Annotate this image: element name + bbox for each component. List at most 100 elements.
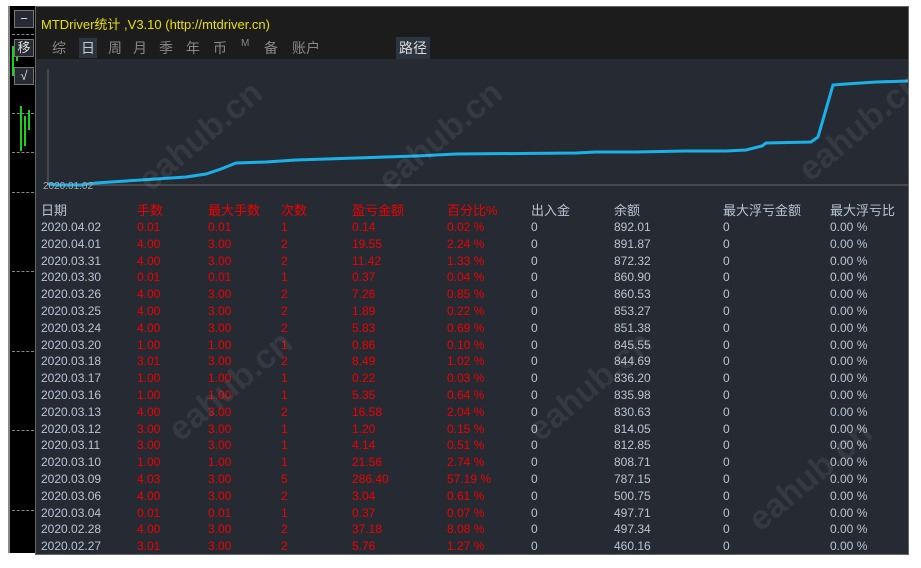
table-row[interactable]: 2020.03.13 4.00 3.00 2 16.58 2.04 % 0 830.63 0 0.… <box>41 404 900 421</box>
table-cell: 0.00 % <box>830 387 868 402</box>
table-cell: 812.85 <box>614 438 651 453</box>
table-cell: 500.75 <box>614 488 651 503</box>
table-cell: 0 <box>723 337 730 352</box>
table-cell: 0.00 % <box>830 371 868 386</box>
table-cell: 835.98 <box>614 387 651 402</box>
tab-item[interactable]: 季 <box>157 38 175 58</box>
column-header[interactable]: 最大浮亏金额 <box>723 200 830 219</box>
table-row[interactable]: 2020.03.18 3.01 3.00 2 8.49 1.02 % 0 844.69 0 0.0… <box>41 353 900 370</box>
table-cell: 37.18 <box>352 522 383 537</box>
table-cell: 0 <box>531 371 538 386</box>
table-cell: 0 <box>723 404 730 419</box>
tab-item[interactable]: M <box>239 38 251 49</box>
table-cell: 3.04 <box>352 488 376 503</box>
tab-item[interactable]: 账户 <box>290 38 322 58</box>
table-cell: 0.00 % <box>830 303 868 318</box>
move-button[interactable]: 移 <box>14 39 34 57</box>
table-row[interactable]: 2020.03.31 4.00 3.00 2 11.42 1.33 % 0 872.32 0 0.… <box>41 253 900 270</box>
stats-panel: MTDriver统计 ,V3.10 (http://mtdriver.cn) 综… <box>35 6 921 555</box>
table-row[interactable]: 2020.03.25 4.00 3.00 2 1.89 0.22 % 0 853.27 0 0.0… <box>41 303 900 320</box>
table-cell: 0 <box>723 236 730 251</box>
table-cell: 0 <box>723 455 730 470</box>
column-header[interactable]: 最大手数 <box>208 200 281 219</box>
tab-item[interactable]: 日 <box>79 38 97 58</box>
table-cell: 2020.04.02 <box>41 220 102 234</box>
table-cell: 2020.03.13 <box>41 404 102 419</box>
table-cell: 0.22 % <box>447 303 485 318</box>
title-bar: MTDriver统计 ,V3.10 (http://mtdriver.cn) 综… <box>36 7 908 59</box>
table-cell: 0.02 % <box>447 220 485 234</box>
tab-item[interactable]: 年 <box>184 38 202 58</box>
table-row[interactable]: 2020.03.17 1.00 1.00 1 0.22 0.03 % 0 836.20 0 0.0… <box>41 370 900 387</box>
table-row[interactable]: 2020.02.28 4.00 3.00 2 37.18 8.08 % 0 497.34 0 0.… <box>41 521 900 538</box>
table-row[interactable]: 2020.03.26 4.00 3.00 2 7.26 0.85 % 0 860.53 0 0.0… <box>41 286 900 303</box>
table-cell: 2020.02.28 <box>41 522 102 537</box>
table-cell: 0 <box>531 455 538 470</box>
table-cell: 2020.03.25 <box>41 303 102 318</box>
table-row[interactable]: 2020.04.02 0.01 0.01 1 0.14 0.02 % 0 892.01 0 0.0… <box>41 219 900 236</box>
table-row[interactable]: 2020.03.11 3.00 3.00 1 4.14 0.51 % 0 812.85 0 0.0… <box>41 437 900 454</box>
table-cell: 3.00 <box>208 236 232 251</box>
table-cell: 3.00 <box>208 522 232 537</box>
table-cell: 0 <box>531 270 538 285</box>
table-cell: 1.27 % <box>447 539 485 554</box>
table-cell: 2020.03.12 <box>41 421 102 436</box>
column-header[interactable]: 盈亏金额 <box>352 200 447 219</box>
table-cell: 0 <box>723 438 730 453</box>
table-row[interactable]: 2020.03.30 0.01 0.01 1 0.37 0.04 % 0 860.90 0 0.0… <box>41 269 900 286</box>
table-row[interactable]: 2020.03.06 4.00 3.00 2 3.04 0.61 % 0 500.75 0 0.0… <box>41 488 900 505</box>
table-cell: 0.37 <box>352 505 376 520</box>
table-cell: 0.00 % <box>830 287 868 302</box>
tab-item[interactable]: 币 <box>211 38 229 58</box>
table-cell: 1 <box>281 438 288 453</box>
table-cell: 2 <box>281 404 288 419</box>
table-cell: 0.00 % <box>830 488 868 503</box>
table-cell: 0.01 <box>208 220 232 234</box>
tab-item[interactable]: 月 <box>131 38 149 58</box>
table-cell: 0.07 % <box>447 505 485 520</box>
path-button[interactable]: 路径 <box>396 37 430 59</box>
table-row[interactable]: 2020.03.12 3.00 3.00 1 1.20 0.15 % 0 814.05 0 0.0… <box>41 421 900 438</box>
tab-item[interactable]: 备 <box>262 38 280 58</box>
table-row[interactable]: 2020.03.20 1.00 1.00 1 0.86 0.10 % 0 845.55 0 0.0… <box>41 337 900 354</box>
table-row[interactable]: 2020.03.09 4.03 3.00 5 286.40 57.19 % 0 787.15 0… <box>41 471 900 488</box>
table-cell: 2020.03.26 <box>41 287 102 302</box>
minimize-button[interactable]: − <box>14 10 34 28</box>
table-cell: 2020.03.24 <box>41 320 102 335</box>
column-header[interactable]: 百分比% <box>447 200 531 219</box>
column-header[interactable]: 日期 <box>41 200 137 219</box>
column-header[interactable]: 出入金 <box>531 200 614 219</box>
table-cell: 1.02 % <box>447 354 485 369</box>
table-cell: 3.00 <box>208 488 232 503</box>
check-button[interactable]: √ <box>14 67 34 85</box>
table-row[interactable]: 2020.03.16 1.00 1.00 1 5.35 0.64 % 0 835.98 0 0.0… <box>41 387 900 404</box>
table-cell: 1 <box>281 337 288 352</box>
table-row[interactable]: 2020.04.01 4.00 3.00 2 19.55 2.24 % 0 891.87 0 0.… <box>41 236 900 253</box>
column-header[interactable]: 次数 <box>281 200 352 219</box>
table-cell: 0.85 % <box>447 287 485 302</box>
grid-line <box>12 152 34 153</box>
table-row[interactable]: 2020.03.04 0.01 0.01 1 0.37 0.07 % 0 497.71 0 0.0… <box>41 505 900 522</box>
table-cell: 3.00 <box>208 354 232 369</box>
table-cell: 0 <box>531 505 538 520</box>
column-header[interactable]: 手数 <box>137 200 208 219</box>
tab-item[interactable]: 综 <box>50 38 68 58</box>
table-cell: 0 <box>531 387 538 402</box>
table-cell: 3.00 <box>208 404 232 419</box>
table-cell: 2020.03.18 <box>41 354 102 369</box>
table-cell: 3.00 <box>208 438 232 453</box>
table-row[interactable]: 2020.03.10 1.00 1.00 1 21.56 2.74 % 0 808.71 0 0.… <box>41 454 900 471</box>
candle <box>24 116 26 146</box>
mt4-chart-strip: − 移 √ <box>8 6 37 553</box>
column-header[interactable]: 余额 <box>614 200 723 219</box>
equity-line <box>47 79 908 187</box>
table-cell: 2 <box>281 522 288 537</box>
table-row[interactable]: 2020.02.27 3.01 3.00 2 5.76 1.27 % 0 460.16 0 0.0… <box>41 538 900 555</box>
column-header[interactable]: 最大浮亏比 <box>830 200 900 219</box>
table-cell: 0.00 % <box>830 320 868 335</box>
table-cell: 3.01 <box>137 354 161 369</box>
table-cell: 0.00 % <box>830 505 868 520</box>
chart-start-date: 2020.01.02 <box>43 181 94 192</box>
tab-item[interactable]: 周 <box>106 38 124 58</box>
table-row[interactable]: 2020.03.24 4.00 3.00 2 5.83 0.69 % 0 851.38 0 0.0… <box>41 320 900 337</box>
